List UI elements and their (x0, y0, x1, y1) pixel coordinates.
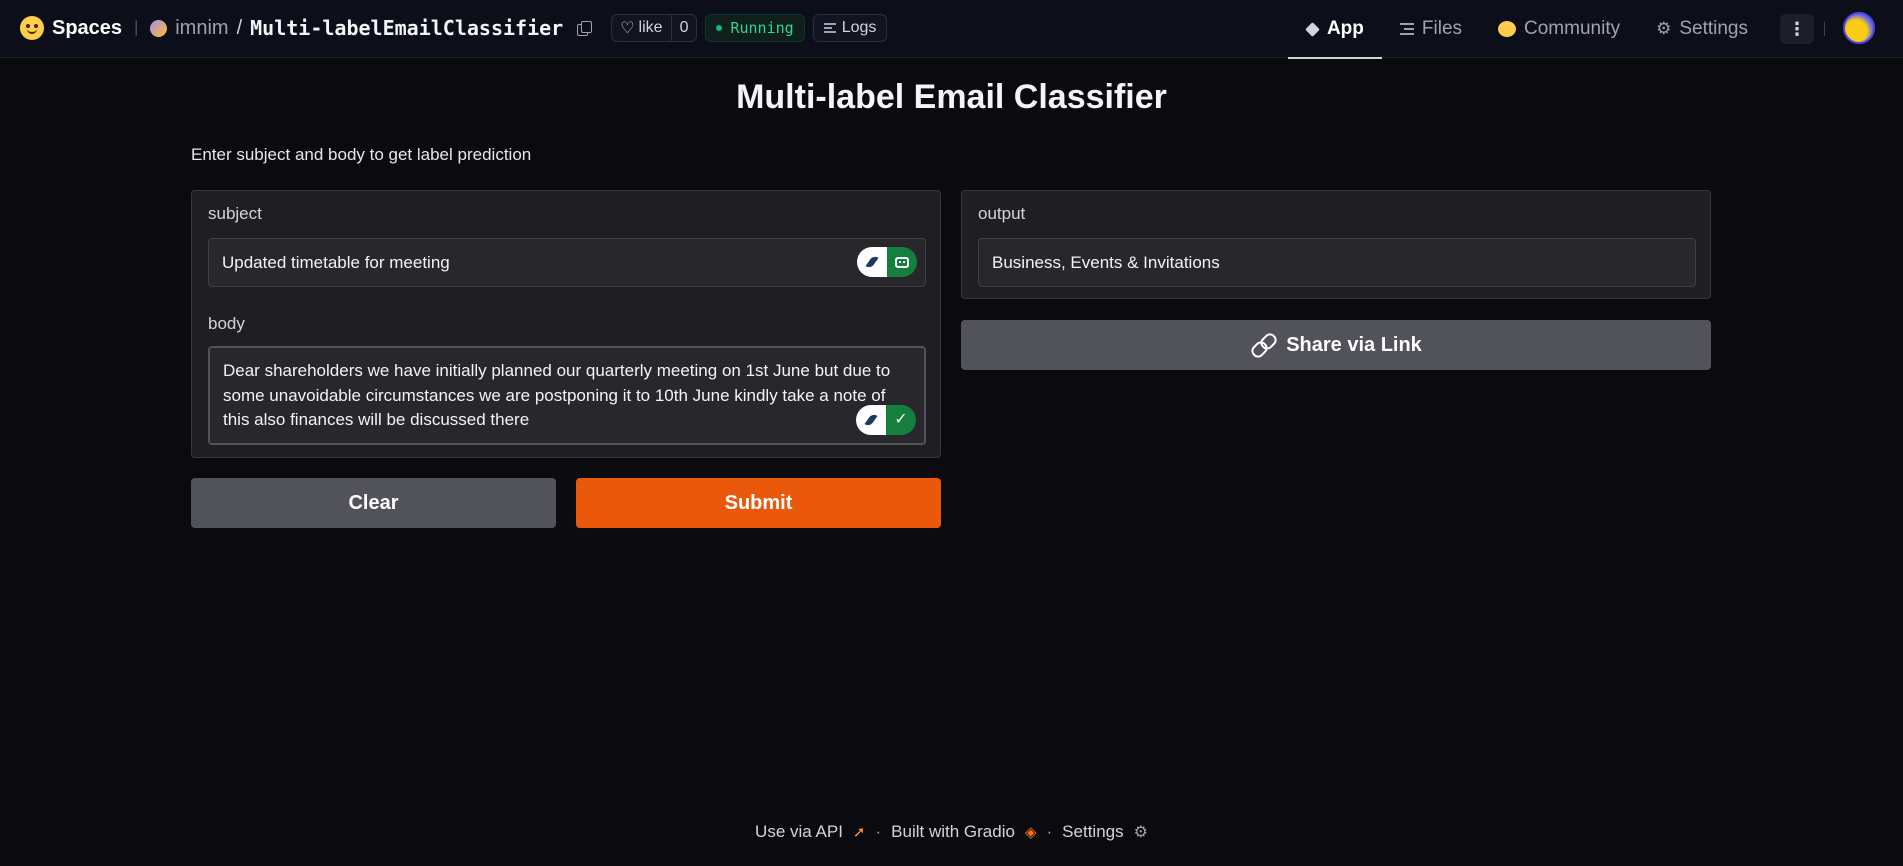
logs-icon (823, 23, 836, 33)
footer: Use via API ➚ · Built with Gradio ◈ · Se… (0, 822, 1903, 842)
body-label: body (208, 314, 245, 333)
community-icon (1498, 21, 1517, 37)
status-badge[interactable]: Running (705, 14, 805, 42)
share-via-link-button[interactable]: Share via Link (961, 320, 1711, 370)
subject-label: subject (208, 204, 262, 223)
page-title: Multi-label Email Classifier (736, 78, 1167, 116)
output-panel: output Business, Events & Invitations (961, 190, 1711, 299)
tab-files[interactable]: Files (1382, 0, 1480, 58)
user-avatar[interactable] (1843, 12, 1875, 44)
status-label: Running (730, 19, 794, 37)
status-dot-icon (716, 25, 723, 31)
more-options-button[interactable]: ⋮ (1780, 14, 1814, 44)
gradio-icon: ◈ (1024, 824, 1037, 841)
files-icon (1399, 23, 1414, 35)
tab-community-label: Community (1524, 18, 1621, 39)
header-divider-right (1824, 22, 1825, 36)
footer-settings-link[interactable]: Settings (1062, 822, 1123, 842)
space-tabs: App Files Community ⚙ Settings ⋮ (1287, 0, 1903, 59)
tab-settings-label: Settings (1679, 18, 1748, 39)
feather-icon (864, 412, 878, 428)
repo-name-link[interactable]: Multi-labelEmailClassifier (250, 16, 563, 40)
tab-files-label: Files (1421, 18, 1463, 39)
tab-community[interactable]: Community (1480, 0, 1638, 58)
owner-link[interactable]: imnim (175, 17, 228, 40)
like-button[interactable]: ♡ like 0 (611, 14, 698, 42)
tab-settings[interactable]: ⚙ Settings (1638, 0, 1766, 58)
logs-label: Logs (841, 19, 877, 36)
built-with-gradio-link[interactable]: Built with Gradio (891, 822, 1015, 842)
link-icon (1250, 332, 1276, 358)
gear-icon: ⚙ (1133, 824, 1148, 841)
tab-app[interactable]: App (1287, 0, 1382, 59)
use-via-api-link[interactable]: Use via API (755, 822, 843, 842)
hugging-face-logo-icon[interactable] (20, 16, 44, 40)
subject-value: Updated timetable for meeting (222, 253, 450, 272)
input-panel: subject Updated timetable for meeting bo… (191, 190, 941, 458)
grammar-assistant-widget-body[interactable]: ✓ (856, 405, 916, 435)
rocket-icon: ➚ (852, 824, 866, 841)
footer-separator: · (875, 822, 882, 841)
heart-icon: ♡ (620, 20, 635, 37)
header-divider: | (134, 19, 139, 36)
output-field[interactable]: Business, Events & Invitations (978, 238, 1696, 287)
owner-avatar[interactable] (150, 19, 168, 37)
body-value: Dear shareholders we have initially plan… (223, 361, 891, 429)
clear-button[interactable]: Clear (191, 478, 556, 528)
tab-app-label: App (1326, 18, 1364, 39)
more-icon: ⋮ (1788, 18, 1806, 39)
subject-input[interactable]: Updated timetable for meeting (208, 238, 926, 287)
output-label: output (978, 204, 1026, 223)
robot-icon (895, 256, 909, 268)
like-count[interactable]: 0 (670, 15, 697, 41)
body-textarea[interactable]: Dear shareholders we have initially plan… (208, 346, 926, 445)
spaces-link[interactable]: Spaces (52, 17, 122, 40)
footer-separator: · (1046, 822, 1053, 841)
copy-icon[interactable] (577, 21, 593, 36)
path-separator: / (236, 16, 243, 39)
grammar-assistant-widget[interactable] (857, 247, 917, 277)
gear-icon: ⚙ (1656, 19, 1672, 38)
app-description: Enter subject and body to get label pred… (191, 145, 532, 164)
check-icon: ✓ (894, 410, 908, 428)
share-label: Share via Link (1286, 333, 1422, 356)
app-icon (1305, 21, 1320, 37)
logs-button[interactable]: Logs (812, 14, 888, 42)
top-navigation-bar: Spaces | imnim / Multi-labelEmailClassif… (0, 0, 1903, 59)
feather-icon (865, 254, 879, 270)
submit-button[interactable]: Submit (576, 478, 941, 528)
output-value: Business, Events & Invitations (992, 253, 1220, 272)
like-label: like (638, 19, 663, 36)
space-header: Spaces | imnim / Multi-labelEmailClassif… (20, 12, 888, 44)
